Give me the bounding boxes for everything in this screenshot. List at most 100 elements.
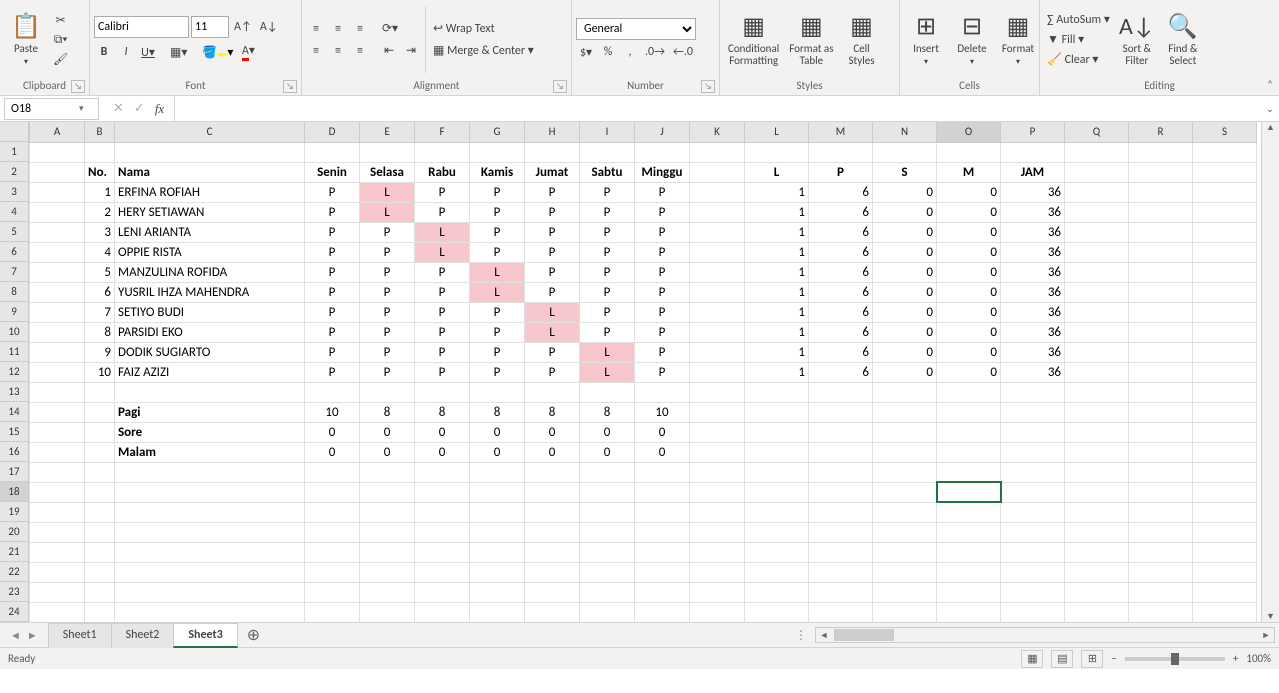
cell[interactable]: [635, 382, 690, 402]
cell[interactable]: 0: [937, 282, 1001, 302]
cell[interactable]: [415, 562, 470, 582]
cell[interactable]: [305, 142, 360, 162]
cell[interactable]: [1065, 522, 1129, 542]
cell[interactable]: [115, 462, 305, 482]
cell[interactable]: [1193, 542, 1257, 562]
row-header[interactable]: 2: [0, 162, 29, 182]
cell[interactable]: [30, 442, 85, 462]
cell[interactable]: P: [415, 302, 470, 322]
cell[interactable]: [85, 542, 115, 562]
cell[interactable]: P: [635, 322, 690, 342]
cell[interactable]: [690, 602, 745, 622]
cell[interactable]: [525, 582, 580, 602]
cell[interactable]: 0: [873, 302, 937, 322]
cell[interactable]: [1065, 342, 1129, 362]
cell[interactable]: [305, 542, 360, 562]
cell[interactable]: [30, 342, 85, 362]
merge-center-button[interactable]: ▦ Merge & Center ▾: [430, 41, 537, 60]
cell[interactable]: P: [635, 302, 690, 322]
cell[interactable]: 0: [305, 422, 360, 442]
cell[interactable]: [635, 602, 690, 622]
cell[interactable]: [30, 262, 85, 282]
cell[interactable]: 8: [470, 402, 525, 422]
cell[interactable]: [809, 582, 873, 602]
cell[interactable]: Senin: [305, 162, 360, 182]
column-header[interactable]: M: [809, 122, 873, 142]
cell[interactable]: [115, 602, 305, 622]
horizontal-scrollbar[interactable]: ◄ ►: [815, 627, 1275, 643]
cell[interactable]: Minggu: [635, 162, 690, 182]
cell[interactable]: 7: [85, 302, 115, 322]
zoom-label[interactable]: 100%: [1246, 652, 1271, 665]
cell[interactable]: [360, 542, 415, 562]
cell[interactable]: [115, 522, 305, 542]
cell[interactable]: [1129, 162, 1193, 182]
cell[interactable]: 6: [809, 182, 873, 202]
cell[interactable]: [1193, 282, 1257, 302]
cell[interactable]: 10: [85, 362, 115, 382]
cell[interactable]: [1129, 422, 1193, 442]
cell[interactable]: [809, 522, 873, 542]
number-format-combo[interactable]: General: [576, 18, 696, 40]
cell[interactable]: 8: [580, 402, 635, 422]
cell[interactable]: [1001, 422, 1065, 442]
cell[interactable]: 0: [937, 362, 1001, 382]
cell[interactable]: [30, 402, 85, 422]
cell[interactable]: [745, 442, 809, 462]
cell[interactable]: [30, 282, 85, 302]
cell[interactable]: 0: [635, 422, 690, 442]
row-header[interactable]: 24: [0, 602, 29, 622]
cell[interactable]: [360, 382, 415, 402]
scroll-down-button[interactable]: ▼: [1262, 611, 1279, 622]
cell[interactable]: [690, 562, 745, 582]
cell[interactable]: [1001, 562, 1065, 582]
cell[interactable]: [1193, 522, 1257, 542]
cell[interactable]: 1: [745, 262, 809, 282]
cell[interactable]: [1193, 602, 1257, 622]
column-header[interactable]: B: [85, 122, 115, 142]
cell[interactable]: P: [305, 262, 360, 282]
cut-button[interactable]: ✂: [50, 11, 71, 30]
cell[interactable]: [937, 542, 1001, 562]
cell[interactable]: [1193, 442, 1257, 462]
cell[interactable]: P: [360, 262, 415, 282]
cell[interactable]: [30, 542, 85, 562]
cell[interactable]: [635, 562, 690, 582]
cell[interactable]: [809, 542, 873, 562]
cell[interactable]: P: [305, 322, 360, 342]
cell[interactable]: [85, 402, 115, 422]
cell[interactable]: [1065, 582, 1129, 602]
enter-formula-icon[interactable]: ✓: [134, 101, 145, 117]
cell[interactable]: [690, 142, 745, 162]
cell[interactable]: 6: [809, 322, 873, 342]
cell[interactable]: [1001, 142, 1065, 162]
cell[interactable]: [873, 442, 937, 462]
cell[interactable]: [85, 582, 115, 602]
cell[interactable]: [360, 562, 415, 582]
cell[interactable]: [1129, 282, 1193, 302]
cell[interactable]: [809, 562, 873, 582]
cell[interactable]: 0: [305, 442, 360, 462]
cell[interactable]: [745, 582, 809, 602]
cell[interactable]: [305, 522, 360, 542]
cell[interactable]: P: [360, 342, 415, 362]
cell[interactable]: [360, 502, 415, 522]
cell[interactable]: P: [525, 342, 580, 362]
cell[interactable]: P: [470, 222, 525, 242]
tab-split-handle[interactable]: ⋮: [795, 628, 815, 643]
cell[interactable]: [30, 602, 85, 622]
cell[interactable]: P: [635, 202, 690, 222]
cell[interactable]: [873, 562, 937, 582]
cell[interactable]: 6: [85, 282, 115, 302]
cell[interactable]: [1129, 562, 1193, 582]
cell[interactable]: [635, 502, 690, 522]
column-header[interactable]: N: [873, 122, 937, 142]
cell[interactable]: L: [415, 242, 470, 262]
cell[interactable]: [937, 462, 1001, 482]
cell[interactable]: L: [470, 262, 525, 282]
cell[interactable]: [1193, 142, 1257, 162]
cell[interactable]: [1001, 522, 1065, 542]
cell[interactable]: [1193, 582, 1257, 602]
cell[interactable]: P: [470, 202, 525, 222]
cell[interactable]: [809, 422, 873, 442]
